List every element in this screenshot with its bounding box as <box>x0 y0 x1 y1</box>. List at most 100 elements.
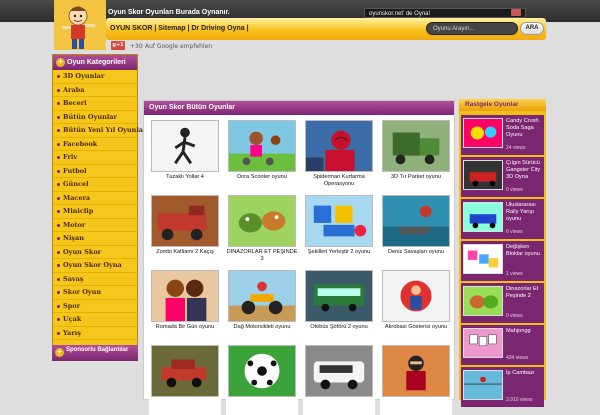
random-game-thumbnail[interactable] <box>463 328 503 358</box>
close-icon[interactable] <box>511 9 521 16</box>
game-title[interactable]: DİNAZORLAR ET PEŞİNDE 3 <box>226 249 298 263</box>
random-game-item[interactable]: Çılgın Sürücü Gangster City 3D Oyna 0 vie… <box>461 157 544 197</box>
random-game-title[interactable]: Çılgın Sürücü Gangster City 3D Oyna <box>506 160 544 181</box>
game-title[interactable]: 3D Tır Parket oyunu <box>380 174 452 188</box>
random-game-item[interactable]: Uluslararası Rally Yarışı oyunu 6 views <box>461 199 544 239</box>
site-logo[interactable] <box>54 0 106 50</box>
sidebar-item[interactable]: Araba <box>53 84 137 97</box>
game-card[interactable]: Spiderman Kurtarma Operasyonu <box>303 120 375 190</box>
sidebar-item[interactable]: Bütün Yeni Yıl Oyunları <box>53 124 149 138</box>
game-card[interactable] <box>380 345 452 415</box>
nav-link-oyun-skor[interactable]: OYUN SKOR <box>110 25 152 32</box>
sidebar-item[interactable]: Savaş <box>53 273 137 286</box>
bus-thumbnail[interactable] <box>305 270 373 322</box>
game-card[interactable]: Akrobasi Gösterisi oyunu <box>380 270 452 340</box>
sidebar-item[interactable]: Motor <box>53 219 137 232</box>
game-title[interactable]: Zombi Katliamı 2 Kaçış <box>149 249 221 263</box>
game-title[interactable] <box>226 399 298 413</box>
random-game-title[interactable]: Candy Crush Soda Saga Oyunu <box>506 118 544 139</box>
sidebar-item[interactable]: Nişan <box>53 232 137 246</box>
motorbike-thumbnail[interactable] <box>228 270 296 322</box>
random-game-thumbnail[interactable] <box>463 286 503 316</box>
game-title[interactable]: Spiderman Kurtarma Operasyonu <box>303 174 375 188</box>
search-button[interactable]: ARA <box>520 22 544 35</box>
random-game-title[interactable]: İp Cambazı <box>506 370 544 377</box>
truck-thumbnail[interactable] <box>382 120 450 172</box>
shapes-thumbnail[interactable] <box>305 195 373 247</box>
random-game-thumbnail[interactable] <box>463 160 503 190</box>
game-card[interactable]: 3D Tır Parket oyunu <box>380 120 452 190</box>
acrobat-thumbnail[interactable] <box>382 270 450 322</box>
sidebar-item[interactable]: Macera <box>53 192 137 205</box>
sidebar-item[interactable]: Spor <box>53 300 137 313</box>
random-game-title[interactable]: Dinazorlar Et Peşinde 2 <box>506 286 544 300</box>
game-title[interactable]: Dağ Motorsikleti oyunu <box>226 324 298 338</box>
nav-link-sitemap[interactable]: Sitemap <box>158 25 185 32</box>
stickman-thumbnail[interactable] <box>151 120 219 172</box>
game-title[interactable] <box>149 399 221 413</box>
search-input[interactable]: Oyunu Arayın... <box>426 22 518 35</box>
game-title[interactable]: Şekilleri Yerleştir 2 oyunu <box>303 249 375 263</box>
random-games-panel: Rastgele Oyunlar Candy Crush Soda Saga O… <box>459 99 546 407</box>
game-title[interactable]: Deniz Savaşları oyunu <box>380 249 452 263</box>
game-card[interactable]: Şekilleri Yerleştir 2 oyunu <box>303 195 375 265</box>
nav-link-dr-driving[interactable]: Dr Driving Oyna <box>191 25 244 32</box>
sidebar-item[interactable]: Yarış <box>53 327 137 340</box>
minivan-thumbnail[interactable] <box>305 345 373 397</box>
sidebar-item[interactable]: Facebook <box>53 138 137 151</box>
game-title[interactable]: Dora Scooter oyunu <box>226 174 298 188</box>
game-card[interactable] <box>226 345 298 415</box>
game-card[interactable]: Dora Scooter oyunu <box>226 120 298 190</box>
sidebar-item-label: 3D Oyunlar <box>63 72 105 80</box>
random-game-title[interactable]: Değişken Bloklar oyunu <box>506 244 544 258</box>
game-title[interactable] <box>303 399 375 413</box>
random-game-item[interactable]: Mahjongg 434 views <box>461 325 544 365</box>
sidebar-item[interactable]: Skor Oyun <box>53 286 137 300</box>
racecar-thumbnail[interactable] <box>151 345 219 397</box>
sidebar-item[interactable]: Miniclip <box>53 205 137 219</box>
couple-thumbnail[interactable] <box>151 270 219 322</box>
random-game-item[interactable]: Dinazorlar Et Peşinde 2 0 views <box>461 283 544 323</box>
sidebar-item[interactable]: Oyun Skor Oyna <box>53 259 137 273</box>
game-card[interactable]: Deniz Savaşları oyunu <box>380 195 452 265</box>
game-title[interactable]: Tuzaklı Yollar 4 <box>149 174 221 188</box>
random-game-thumbnail[interactable] <box>463 244 503 274</box>
random-game-title[interactable]: Mahjongg <box>506 328 544 335</box>
sidebar-item[interactable]: Güncel <box>53 178 137 192</box>
game-card[interactable]: Otobüs Şöförü 2 oyunu <box>303 270 375 340</box>
game-card[interactable]: DİNAZORLAR ET PEŞİNDE 3 <box>226 195 298 265</box>
random-game-item[interactable]: İp Cambazı 3.910 views <box>461 367 544 407</box>
game-card[interactable] <box>149 345 221 415</box>
random-game-thumbnail[interactable] <box>463 118 503 148</box>
google-plus-button[interactable]: g+1 <box>111 41 125 50</box>
sidebar-item[interactable]: Futbol <box>53 165 137 178</box>
ninja-thumbnail[interactable] <box>382 345 450 397</box>
game-card[interactable]: Tuzaklı Yollar 4 <box>149 120 221 190</box>
random-game-thumbnail[interactable] <box>463 370 503 400</box>
random-game-title[interactable]: Uluslararası Rally Yarışı oyunu <box>506 202 544 223</box>
game-card[interactable]: Dağ Motorsikleti oyunu <box>226 270 298 340</box>
random-game-item[interactable]: Candy Crush Soda Saga Oyunu 24 views <box>461 115 544 155</box>
game-title[interactable] <box>380 399 452 413</box>
game-title[interactable]: Otobüs Şöförü 2 oyunu <box>303 324 375 338</box>
zombie-truck-thumbnail[interactable] <box>151 195 219 247</box>
sea-battle-thumbnail[interactable] <box>382 195 450 247</box>
game-card[interactable]: Romada Bir Gün oyunu <box>149 270 221 340</box>
game-card[interactable]: Zombi Katliamı 2 Kaçış <box>149 195 221 265</box>
sidebar-item[interactable]: Bütün Oyunlar <box>53 111 137 124</box>
sidebar-item[interactable]: Oyun Skor <box>53 246 137 259</box>
sidebar-item[interactable]: Friv <box>53 151 137 165</box>
game-title[interactable]: Romada Bir Gün oyunu <box>149 324 221 338</box>
sidebar-item-label: Nişan <box>63 234 85 242</box>
sidebar-item[interactable]: Beceri <box>53 97 137 111</box>
random-game-item[interactable]: Değişken Bloklar oyunu 1 views <box>461 241 544 281</box>
sidebar-item[interactable]: Uçak <box>53 313 137 327</box>
game-title[interactable]: Akrobasi Gösterisi oyunu <box>380 324 452 338</box>
random-game-thumbnail[interactable] <box>463 202 503 232</box>
soccer-thumbnail[interactable] <box>228 345 296 397</box>
spiderman-thumbnail[interactable] <box>305 120 373 172</box>
sidebar-item[interactable]: 3D Oyunlar <box>53 70 137 84</box>
game-card[interactable] <box>303 345 375 415</box>
dora-thumbnail[interactable] <box>228 120 296 172</box>
dinosaur-thumbnail[interactable] <box>228 195 296 247</box>
